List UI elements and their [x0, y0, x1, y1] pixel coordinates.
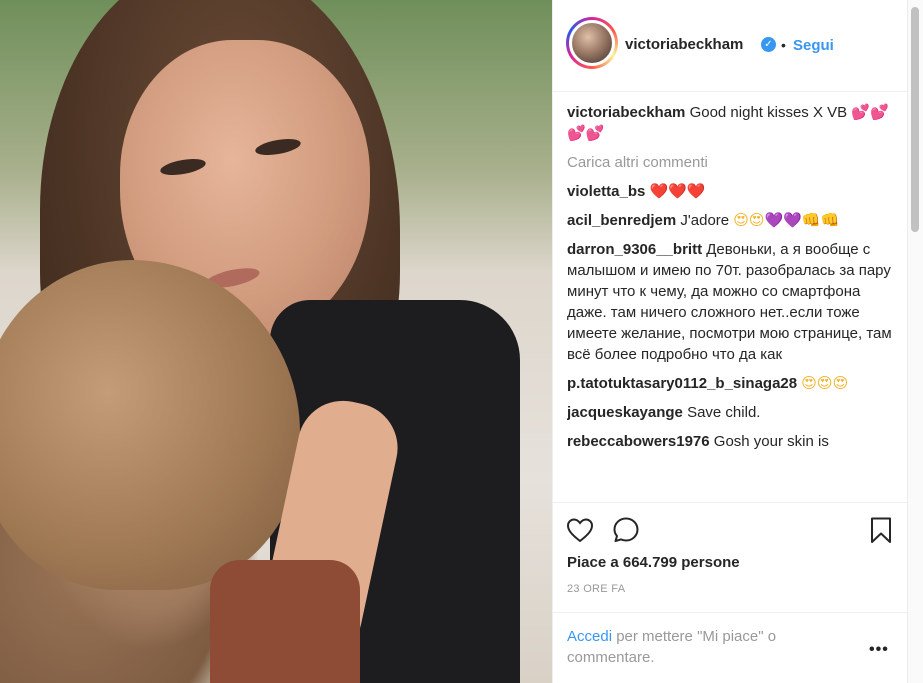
- comment-username[interactable]: rebeccabowers1976: [567, 433, 710, 450]
- comment-item: acil_benredjem J'adore 😍😍💜💜👊👊: [567, 210, 897, 231]
- bookmark-icon: [871, 517, 891, 543]
- post-photo[interactable]: [0, 0, 552, 683]
- comment-text: J'adore: [680, 212, 730, 229]
- comment-emoji: ❤️❤️❤️: [649, 182, 706, 200]
- caption-username[interactable]: victoriabeckham: [567, 104, 685, 121]
- save-button[interactable]: [866, 515, 896, 545]
- more-options-icon[interactable]: •••: [869, 641, 889, 659]
- login-prompt: Accedi per mettere "Mi piace" o commenta…: [553, 612, 907, 683]
- comment-username[interactable]: acil_benredjem: [567, 212, 676, 229]
- comment-item: rebeccabowers1976 Gosh your skin is: [567, 431, 897, 452]
- comment-emoji: 😍😍💜💜👊👊: [733, 211, 840, 229]
- follow-button[interactable]: Segui: [793, 37, 834, 54]
- story-ring[interactable]: [566, 17, 618, 69]
- post-header: victoriabeckham ✓ • Segui: [553, 0, 907, 92]
- comment-text: Save child.: [687, 404, 761, 421]
- heart-outline-icon: [566, 518, 594, 543]
- comment-username[interactable]: jacqueskayange: [567, 404, 683, 421]
- comments-list[interactable]: victoriabeckham Good night kisses X VB 💕…: [567, 102, 897, 500]
- post-username[interactable]: victoriabeckham: [625, 36, 743, 53]
- load-more-comments-button[interactable]: Carica altri commenti: [567, 152, 897, 173]
- login-text: Accedi per mettere "Mi piace" o commenta…: [567, 626, 837, 668]
- comment-emoji: 😍😍😍: [801, 374, 849, 392]
- comment-username[interactable]: darron_9306__britt: [567, 241, 702, 258]
- post-timestamp[interactable]: 23 ORE FA: [567, 583, 625, 595]
- like-button[interactable]: [565, 515, 595, 545]
- comment-item: darron_9306__britt Девоньки, а я вообще …: [567, 239, 897, 365]
- comment-text: Gosh your skin is: [713, 433, 829, 450]
- verified-badge-icon: ✓: [761, 37, 776, 52]
- comment-item: violetta_bs ❤️❤️❤️: [567, 181, 897, 202]
- likes-count[interactable]: Piace a 664.799 persone: [567, 554, 740, 571]
- comment-button[interactable]: [611, 515, 641, 545]
- comment-username[interactable]: p.tatotuktasary0112_b_sinaga28: [567, 375, 797, 392]
- comment-username[interactable]: violetta_bs: [567, 183, 645, 200]
- header-separator: •: [781, 37, 786, 53]
- caption-text: Good night kisses X VB: [689, 104, 848, 121]
- post-side-panel: victoriabeckham ✓ • Segui victoriabeckha…: [553, 0, 907, 683]
- comment-text: Девоньки, а я вообще с малышом и имею по…: [567, 241, 892, 363]
- login-link[interactable]: Accedi: [567, 628, 612, 645]
- scrollbar-thumb[interactable]: [911, 7, 919, 232]
- caption: victoriabeckham Good night kisses X VB 💕…: [567, 102, 897, 144]
- comment-bubble-icon: [613, 517, 639, 542]
- avatar[interactable]: [569, 20, 615, 66]
- comment-item: p.tatotuktasary0112_b_sinaga28 😍😍😍: [567, 373, 897, 394]
- comment-item: jacqueskayange Save child.: [567, 402, 897, 423]
- photo-child-shirt: [210, 560, 360, 683]
